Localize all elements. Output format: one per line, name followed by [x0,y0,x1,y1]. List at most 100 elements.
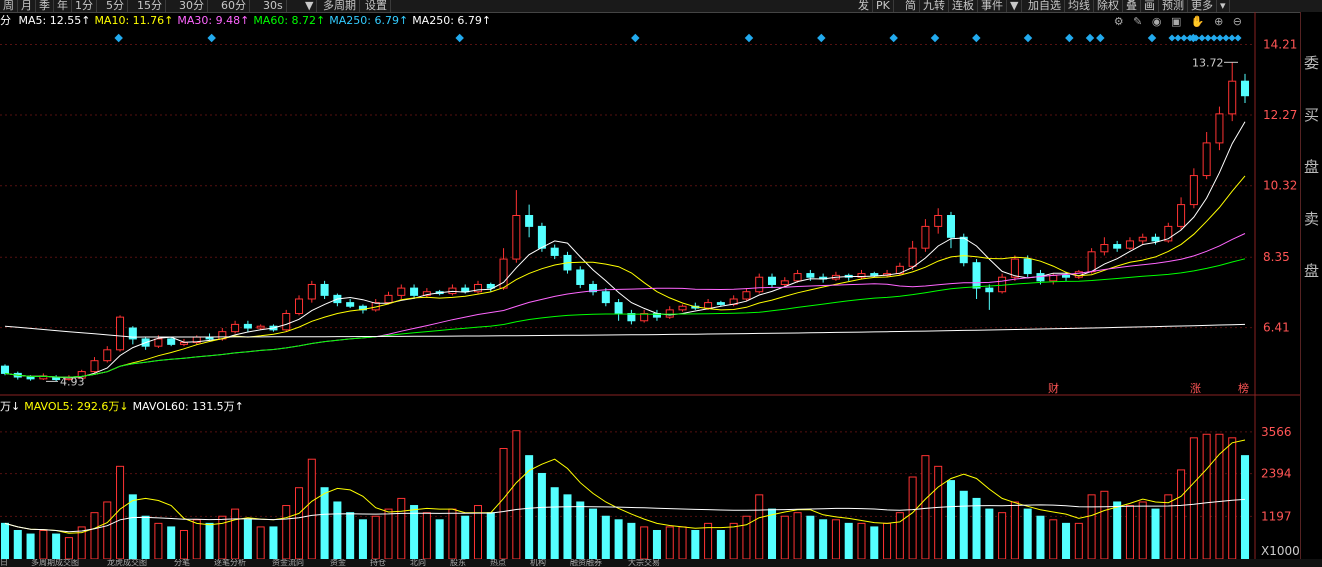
candle-body [959,236,968,264]
toolbar-btn-right-12[interactable]: 预测 [1159,0,1188,12]
candle-body [1023,258,1032,275]
candle-body [154,338,163,347]
bottom-tab[interactable]: 股东 [450,559,466,567]
volume-bar [64,537,73,559]
toolbar-btn-right-0[interactable]: 发 [855,0,873,12]
toolbar-btn-left-8[interactable]: 60分 [218,0,250,12]
toolbar-btn-left-6[interactable]: 15分 [134,0,166,12]
volume-axis-label: 3566 [1261,425,1292,439]
volume-bar [103,501,112,559]
bottom-tab[interactable]: 多周期成交图 [31,559,79,567]
candle-body [179,342,188,345]
volume-legend-item: 万↓ [0,400,21,413]
candle-body [665,309,674,318]
volume-bar [1023,508,1032,559]
bottom-tab[interactable]: 热点 [490,559,506,567]
signal-marker [1234,34,1242,42]
bottom-tab[interactable]: 资金 [330,559,346,567]
volume-bar [205,522,214,559]
volume-bar [819,519,828,559]
toolbar-btn-left-10[interactable]: ▼ [302,0,318,12]
signal-marker [1085,33,1095,43]
candle-body [410,287,419,296]
volume-axis-label: 1197 [1261,509,1292,523]
toolbar-btn-right-4[interactable]: 连板 [949,0,978,12]
candle-body [243,323,252,329]
bottom-tab[interactable]: 分笔 [174,559,190,567]
volume-bar [243,519,252,559]
toolbar-btn-left-11[interactable]: 多周期 [320,0,360,12]
toolbar-btn-right-8[interactable]: 均线 [1065,0,1094,12]
toolbar-btn-right-11[interactable]: 画 [1141,0,1159,12]
volume-bar [640,526,649,559]
bottom-tab[interactable]: 大宗交易 [628,559,660,567]
bottom-tab[interactable]: 北向 [410,559,426,567]
signal-marker [1023,33,1033,43]
volume-bar [307,458,316,559]
toolbar-btn-right-5[interactable]: 事件 [978,0,1007,12]
bottom-tab[interactable]: 资金流向 [272,559,304,567]
bottom-tab[interactable]: 机构 [530,559,546,567]
volume-bar [576,501,585,559]
candle-body [26,376,35,380]
toolbar-btn-right-6[interactable]: ▼ [1007,0,1023,12]
toolbar-btn-right-3[interactable]: 九转 [920,0,949,12]
toolbar-btn-right-9[interactable]: 除权 [1094,0,1123,12]
candle-body [116,316,125,351]
stock-chart[interactable]: 14.21 12.27 10.32 8.35 6.41 3566 2394 1197 X1000… [0,12,1300,559]
signal-marker [1065,33,1074,43]
volume-bar [1177,469,1186,559]
candle-body [793,273,802,282]
volume-bar [831,519,840,559]
volume-bar [128,494,137,559]
bottom-tab[interactable]: 持仓 [370,559,386,567]
volume-bar [435,519,444,559]
candle-body [755,276,764,293]
signal-marker [455,33,464,43]
toolbar-btn-left-1[interactable]: 月 [18,0,36,12]
toolbar-btn-right-13[interactable]: 更多 [1188,0,1217,12]
bottom-tab[interactable]: 融资融券 [570,559,602,567]
volume-bar [167,526,176,559]
mavol60-line [4,498,1246,533]
volume-bar [563,494,572,559]
volume-bar [231,508,240,559]
volume-bar [806,515,815,559]
toolbar-btn-right-2[interactable]: 简 [902,0,920,12]
volume-bar [154,522,163,559]
volume-bar [256,526,265,559]
toolbar-btn-right-1[interactable]: PK [873,0,894,12]
volume-bar [1215,433,1224,559]
toolbar-btn-right-14[interactable]: ▾ [1217,0,1230,12]
signal-marker [1147,33,1157,43]
candle-body [307,283,316,300]
toolbar-btn-right-10[interactable]: 叠 [1123,0,1141,12]
toolbar-btn-left-3[interactable]: 年 [54,0,72,12]
toolbar-btn-left-7[interactable]: 30分 [176,0,208,12]
volume-bar [295,487,304,559]
bottom-tab[interactable]: 日 [0,559,8,567]
volume-bar [1113,501,1122,559]
side-panel-label: 委 [1304,54,1320,72]
candle-body [1049,274,1058,282]
price-axis-label: 12.27 [1263,108,1297,122]
toolbar-btn-left-0[interactable]: 周 [0,0,18,12]
toolbar-btn-left-4[interactable]: 1分 [72,0,97,12]
bottom-tab[interactable]: 龙虎成交图 [107,559,147,567]
candle-body [525,215,534,227]
toolbar-btn-left-2[interactable]: 季 [36,0,54,12]
candle-body [512,215,521,260]
volume-bar [179,529,188,559]
toolbar-btn-right-7[interactable]: 加自选 [1025,0,1065,12]
toolbar-btn-left-5[interactable]: 5分 [103,0,128,12]
volume-legend: 万↓ MAVOL5: 292.6万↓ MAVOL60: 131.5万↑ [0,400,248,414]
volume-bar [589,508,598,559]
volume-bar [90,512,99,559]
toolbar-btn-left-9[interactable]: 30s [260,0,287,12]
volume-bar [461,515,470,559]
bottom-tab[interactable]: 逐笔分析 [214,559,246,567]
volume-bar [141,515,150,559]
volume-bar [384,508,393,559]
toolbar-btn-left-12[interactable]: 设置 [362,0,391,12]
ma5-line [4,121,1246,379]
